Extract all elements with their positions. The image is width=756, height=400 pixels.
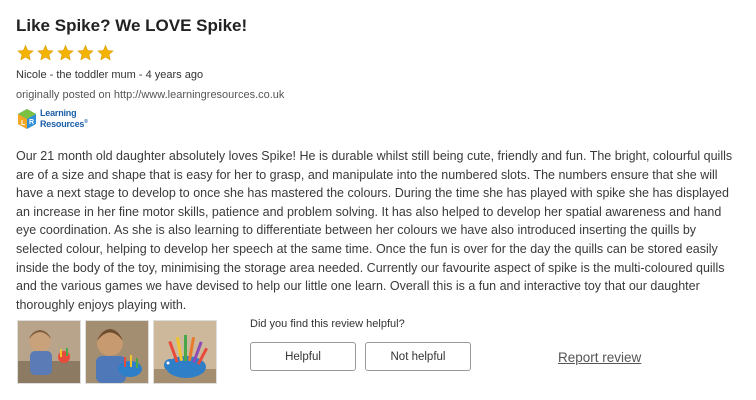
learning-resources-logo: L R Learning Resources®	[17, 108, 88, 130]
star-icon	[57, 44, 74, 61]
review-author-line: Nicole - the toddler mum - 4 years ago	[16, 69, 204, 81]
helpful-question: Did you find this review helpful?	[250, 318, 405, 330]
star-rating	[16, 44, 115, 62]
review-title: Like Spike? We LOVE Spike!	[16, 16, 248, 35]
logo-text-line1: Learning	[40, 108, 77, 118]
svg-text:L: L	[21, 120, 26, 127]
logo-text-line2: Resources	[40, 119, 85, 129]
learning-resources-logo-icon: L R	[18, 109, 36, 129]
star-icon	[97, 44, 114, 61]
hedgehog-toy-photo-icon	[154, 321, 216, 383]
review-photo-2[interactable]	[85, 320, 149, 384]
star-icon	[37, 44, 54, 61]
report-review-link[interactable]: Report review	[558, 350, 641, 365]
review-body: Our 21 month old daughter absolutely lov…	[16, 149, 733, 312]
star-icon	[17, 44, 34, 61]
toddler-photo-icon	[86, 321, 148, 383]
logo-registered-mark: ®	[84, 119, 88, 125]
svg-text:R: R	[29, 119, 34, 126]
review-source-line: originally posted on http://www.learning…	[16, 89, 285, 101]
review-photo-3[interactable]	[153, 320, 217, 384]
not-helpful-button[interactable]: Not helpful	[365, 342, 471, 371]
review-photos	[17, 320, 217, 384]
review-card: Like Spike? We LOVE Spike! Nicole - the …	[0, 0, 756, 400]
review-photo-1[interactable]	[17, 320, 81, 384]
helpful-button[interactable]: Helpful	[250, 342, 356, 371]
star-icon	[77, 44, 94, 61]
toddler-photo-icon	[18, 321, 80, 383]
